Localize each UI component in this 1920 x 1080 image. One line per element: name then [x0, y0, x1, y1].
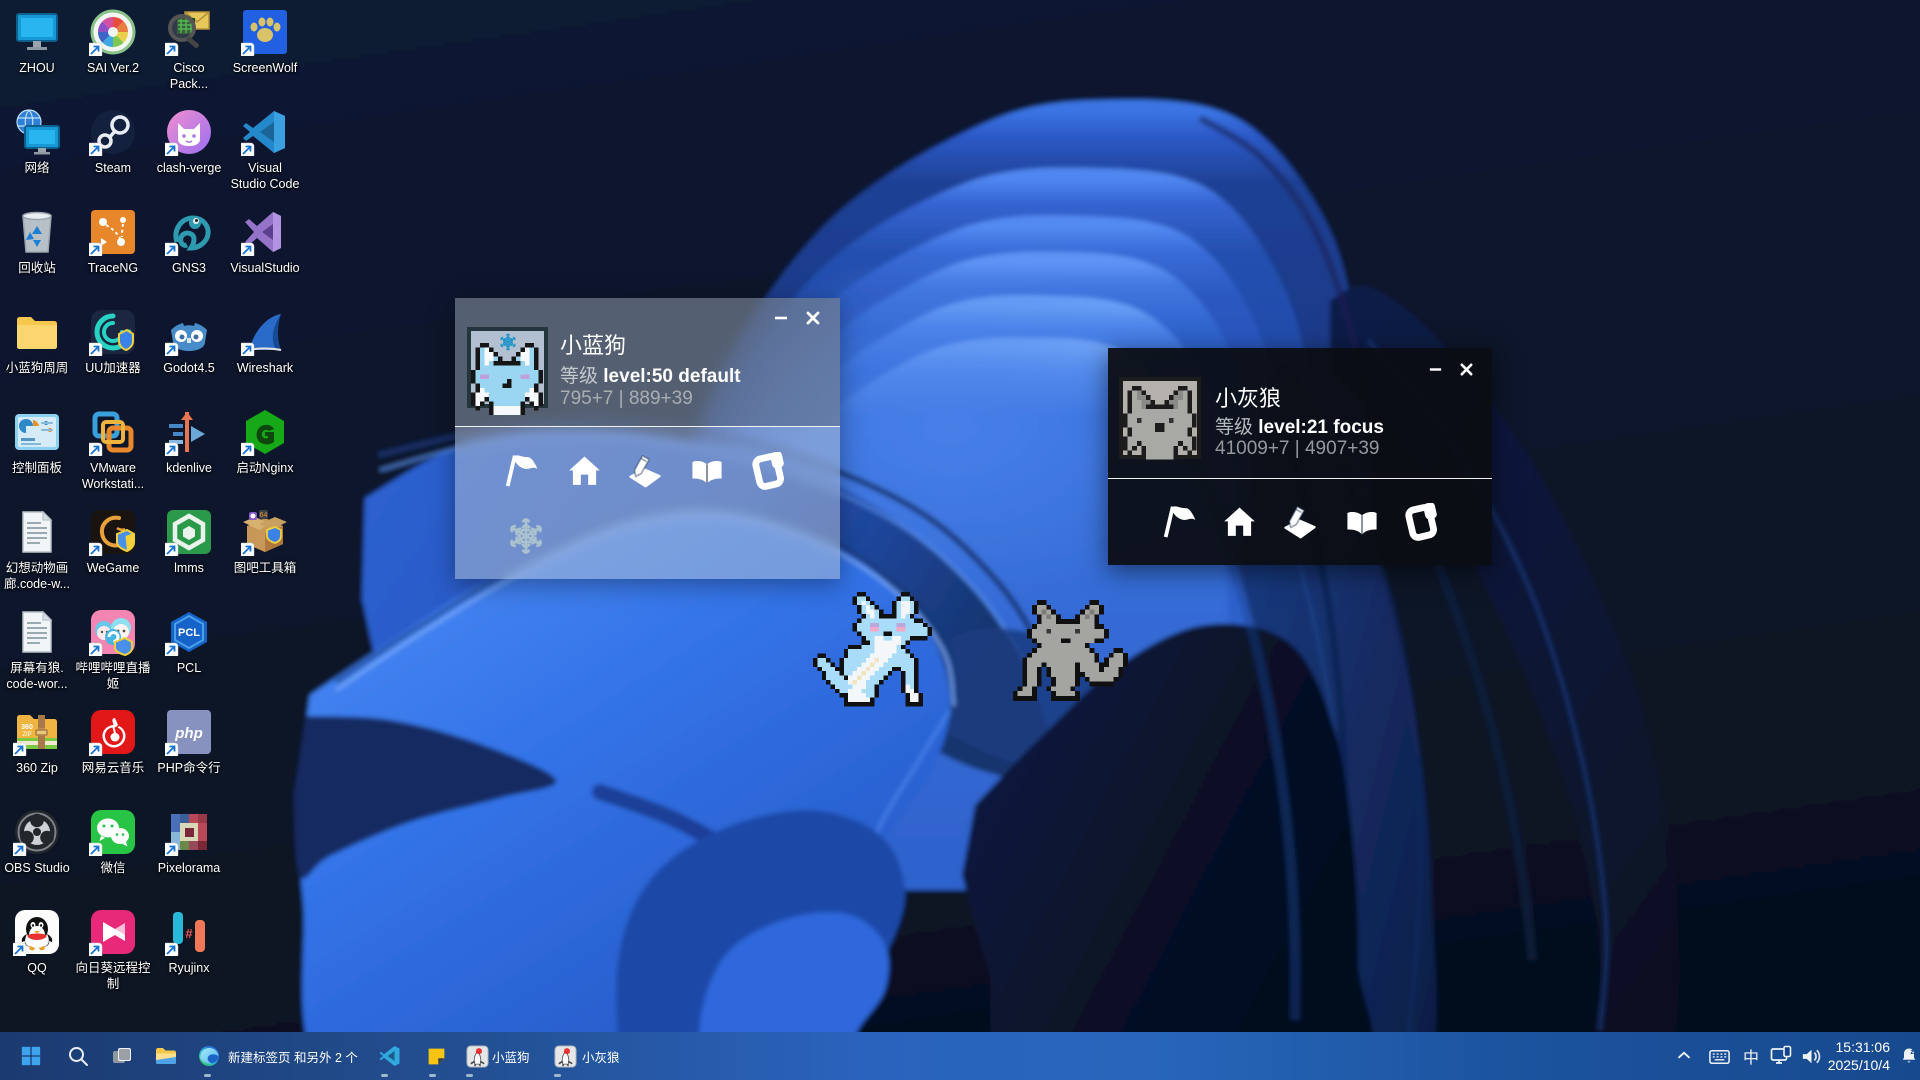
- svg-text:360: 360: [21, 724, 33, 731]
- svg-text:ZIP: ZIP: [22, 732, 31, 738]
- svg-text:php: php: [174, 725, 203, 742]
- svg-text:#: #: [185, 926, 193, 941]
- svg-text:PCL: PCL: [178, 627, 200, 639]
- svg-text:64: 64: [260, 512, 268, 519]
- svg-text:z: z: [1910, 1047, 1914, 1056]
